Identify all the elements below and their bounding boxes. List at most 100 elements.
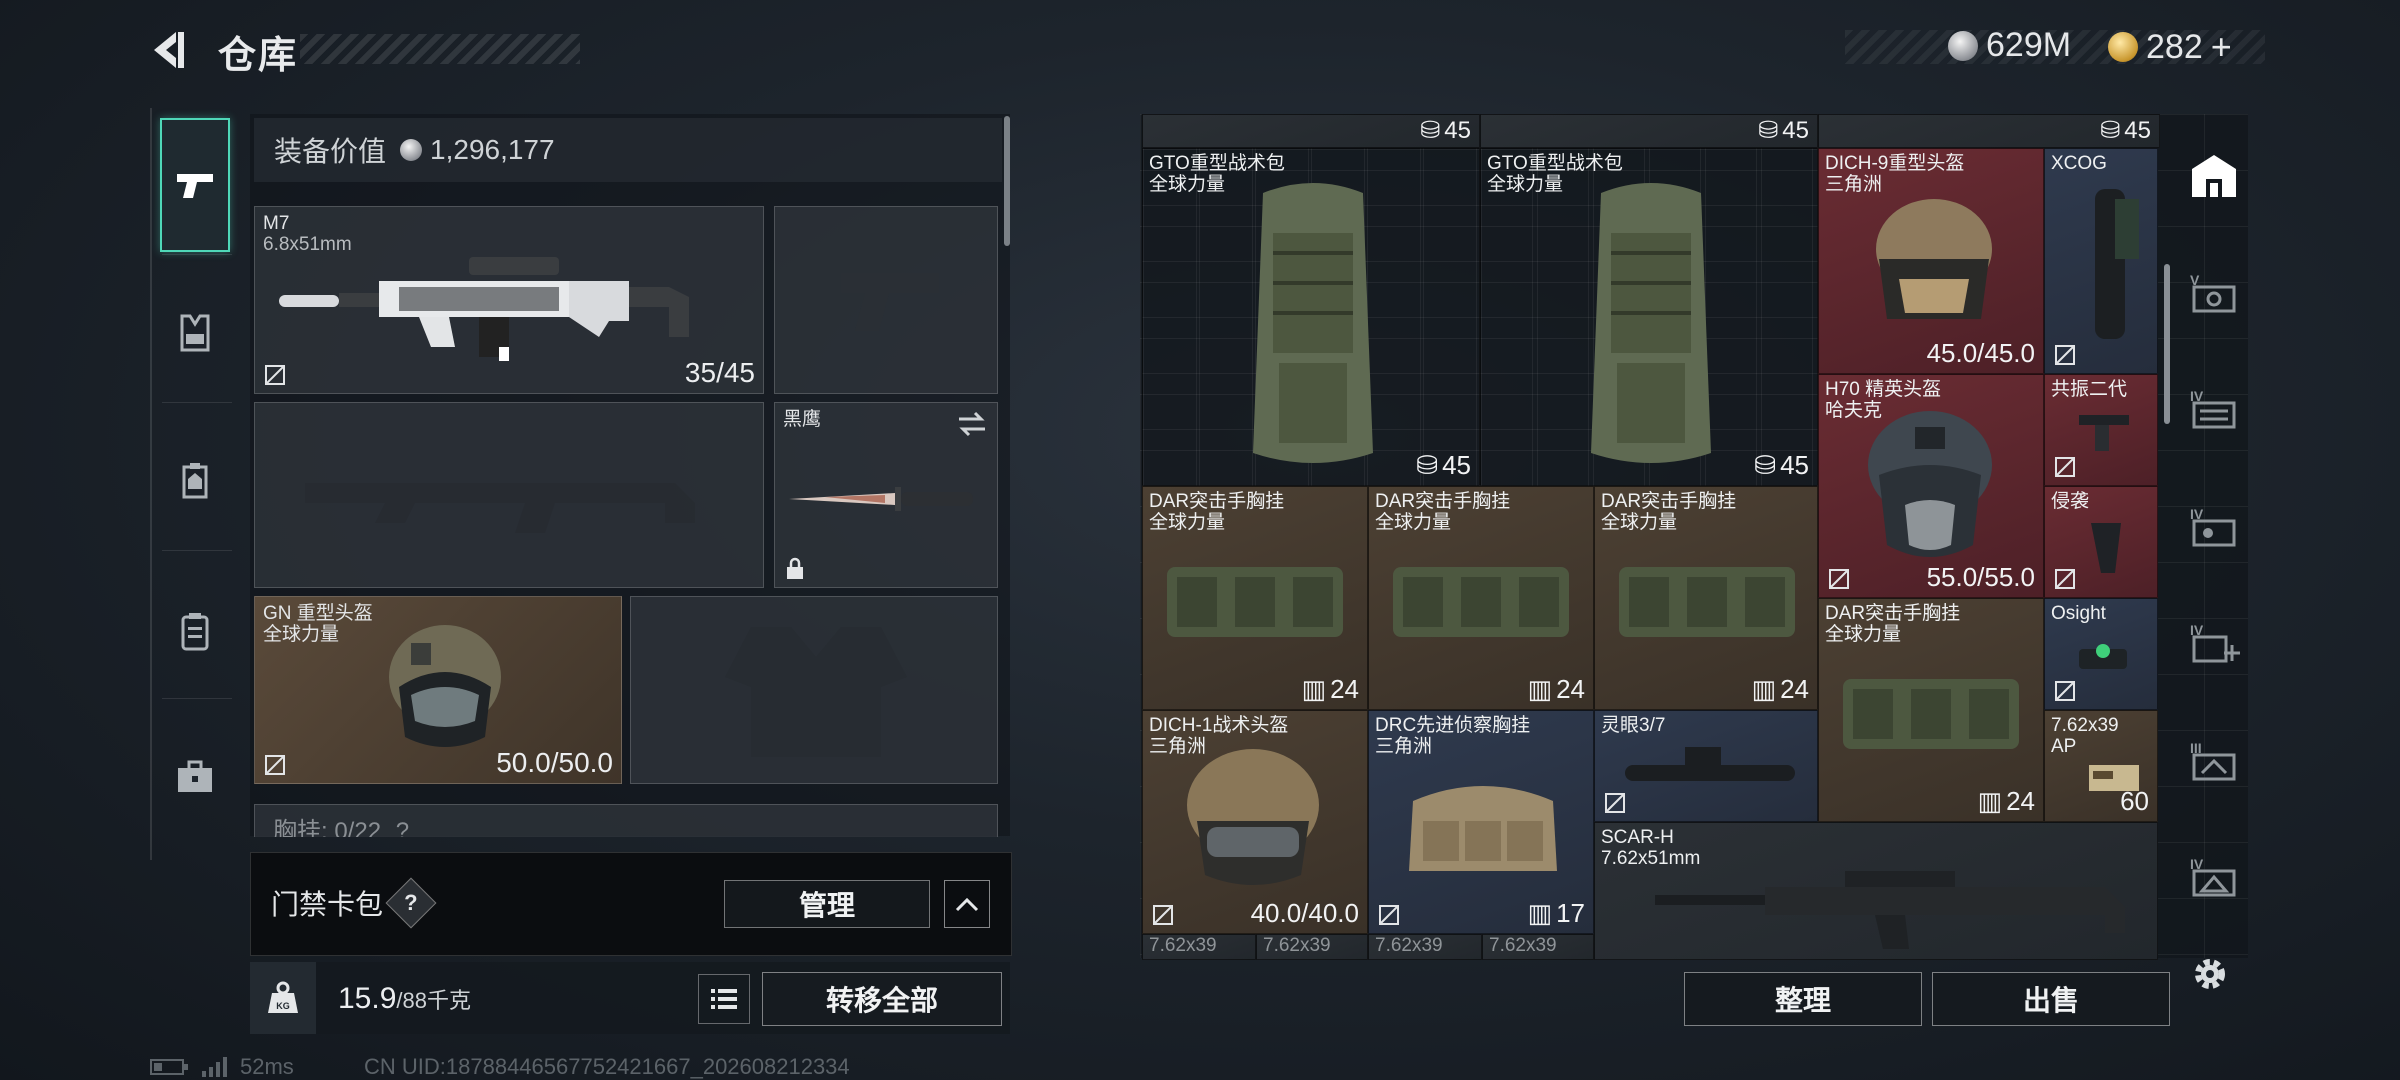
stash-tab-4[interactable]: IV: [2184, 380, 2244, 440]
stash-tab-icon: IV: [2190, 388, 2236, 429]
stash-item-backpack[interactable]: GTO重型战术包 全球力量 ⛁ 45: [1142, 148, 1480, 486]
stash-item-partial[interactable]: ⛁ 45: [1480, 114, 1818, 148]
melee-slot[interactable]: 黑鹰: [774, 402, 998, 588]
bag-icon: ⛁: [1758, 117, 1779, 144]
category-backpack[interactable]: [160, 596, 230, 666]
transfer-all-button[interactable]: 转移全部: [762, 972, 1002, 1026]
backpack-image: [1591, 183, 1711, 463]
stash-item-partial[interactable]: 7.62x39: [1142, 934, 1256, 960]
stash-item-partial[interactable]: 7.62x39: [1256, 934, 1368, 960]
helmet-icon: [182, 463, 208, 499]
category-chest-rig[interactable]: [160, 298, 230, 368]
broken-icon: [2055, 681, 2075, 701]
stash-item-helmet[interactable]: DICH-1战术头盔 三角洲 40.0/40.0: [1142, 710, 1368, 934]
primary-weapon-slot[interactable]: M7 6.8x51mm 35/45: [254, 206, 764, 394]
stash-item-helmet[interactable]: H70 精英头盔 哈夫克 55.0/55.0: [1818, 374, 2044, 598]
stash-item-sight[interactable]: Osight: [2044, 598, 2158, 710]
stash-item-chest-rig[interactable]: DAR突击手胸挂 全球力量 ▥ 24: [1368, 486, 1594, 710]
loadout-scrollbar[interactable]: [1004, 116, 1010, 246]
rifle-image: [1655, 871, 2125, 949]
bag-icon: ⛁: [1416, 450, 1439, 480]
stash-item-partial[interactable]: ⛁ 45: [1142, 114, 1480, 148]
stash-tab-all[interactable]: [2184, 146, 2244, 206]
armor-slot-empty[interactable]: [630, 596, 998, 784]
chevron-up-icon: [955, 897, 979, 912]
silver-coin-icon: [400, 139, 423, 161]
primary-weapon-ammo: 35/45: [684, 357, 755, 388]
stash-tab-icon: III: [2190, 740, 2236, 781]
help-icon[interactable]: ?: [396, 818, 409, 837]
stash-tab-5[interactable]: V: [2184, 264, 2244, 324]
stash-item-helmet[interactable]: DICH-9重型头盔 三角洲 45.0/45.0: [1818, 148, 2044, 374]
category-helmet[interactable]: [160, 446, 230, 516]
back-arrow-icon: [154, 32, 184, 68]
warehouse-icon: [2192, 155, 2236, 197]
category-rail: [150, 108, 242, 860]
helmet-image: [389, 625, 501, 747]
stash-tab-4-c[interactable]: IV: [2184, 848, 2244, 908]
chest-rig-image: [1843, 679, 2019, 749]
stash-item-rifle[interactable]: SCAR-H 7.62x51mm: [1594, 822, 2158, 960]
weight-max: /88千克: [396, 988, 471, 1013]
stash-item-partial[interactable]: 7.62x39: [1482, 934, 1594, 960]
stash-item-scope[interactable]: XCOG: [2044, 148, 2158, 374]
helmet-durability: 50.0/50.0: [496, 747, 613, 778]
signal-icon: [202, 1057, 227, 1077]
stash-item-grip[interactable]: 共振二代: [2044, 374, 2158, 486]
chest-rig-icon: [180, 314, 210, 352]
swap-icon[interactable]: [957, 411, 987, 437]
helmet-image: [1187, 749, 1319, 885]
stash-item-chest-rig[interactable]: DAR突击手胸挂 全球力量 ▥ 24: [1594, 486, 1818, 710]
manage-button[interactable]: 管理: [724, 880, 930, 928]
stash-item-chest-rig[interactable]: DAR突击手胸挂 全球力量 ▥ 24: [1818, 598, 2044, 822]
stash-tab-3[interactable]: III: [2184, 732, 2244, 792]
weight-icon: KG: [268, 981, 298, 1013]
backpack-icon: [181, 613, 209, 651]
broken-icon: [2055, 345, 2075, 365]
page-title: 仓库: [218, 35, 299, 77]
user-uid: CN UID:18788446567752421667_202608212334: [364, 1054, 850, 1079]
sell-button[interactable]: 出售: [1932, 972, 2170, 1026]
bag-icon: ⛁: [2100, 117, 2121, 144]
collapse-button[interactable]: [944, 880, 990, 928]
stash-item-backpack[interactable]: GTO重型战术包 全球力量 ⛁ 45: [1480, 148, 1818, 486]
back-button[interactable]: [148, 28, 188, 72]
primary-weapon-name: M7: [263, 213, 290, 234]
broken-icon: [1829, 569, 1849, 589]
stash-tab-add[interactable]: IV: [2184, 614, 2244, 674]
category-weapons[interactable]: [160, 118, 230, 252]
stash-item-scope[interactable]: 灵眼3/7: [1594, 710, 1818, 822]
ping-value: 52ms: [240, 1054, 294, 1079]
list-view-button[interactable]: [698, 974, 750, 1024]
broken-icon: [1379, 905, 1399, 925]
equipment-value: 1,296,177: [430, 134, 555, 165]
lock-icon: [787, 557, 803, 579]
settings-button[interactable]: [2188, 952, 2232, 996]
secondary-weapon-slot-empty[interactable]: [254, 402, 764, 588]
add-gold-button[interactable]: +: [2211, 26, 2232, 68]
help-icon[interactable]: ?: [385, 877, 437, 929]
stash-item-ammo[interactable]: 7.62x39 AP 60: [2044, 710, 2158, 822]
knife-image: [789, 487, 973, 511]
pistol-slot-empty[interactable]: [774, 206, 998, 394]
title-decoration: [300, 34, 580, 64]
stash-item-grip[interactable]: 侵袭: [2044, 486, 2158, 598]
stash-scrollbar[interactable]: [2164, 264, 2170, 424]
silver-currency: 629M: [1948, 26, 2071, 65]
helmet-slot[interactable]: GN 重型头盔 全球力量 50.0/50.0: [254, 596, 622, 784]
scope-image: [1625, 747, 1795, 781]
stash-tab-4-b[interactable]: IV: [2184, 498, 2244, 558]
stash-item-partial[interactable]: 7.62x39: [1368, 934, 1482, 960]
stash-tab-icon: V: [2190, 272, 2236, 313]
category-case[interactable]: [160, 742, 230, 812]
sort-button[interactable]: 整理: [1684, 972, 1922, 1026]
stash-item-chest-rig[interactable]: DAR突击手胸挂 全球力量 ▥ 24: [1142, 486, 1368, 710]
gold-currency[interactable]: 282 +: [2108, 26, 2232, 68]
list-icon: [711, 989, 737, 1009]
broken-icon: [1605, 793, 1625, 813]
briefcase-icon: [178, 760, 212, 792]
gold-coin-icon: [2108, 32, 2138, 62]
broken-icon: [265, 755, 285, 775]
stash-item-chest-rig[interactable]: DRC先进侦察胸挂 三角洲 ▥ 17: [1368, 710, 1594, 934]
stash-item-partial[interactable]: ⛁ 45: [1818, 114, 2160, 148]
